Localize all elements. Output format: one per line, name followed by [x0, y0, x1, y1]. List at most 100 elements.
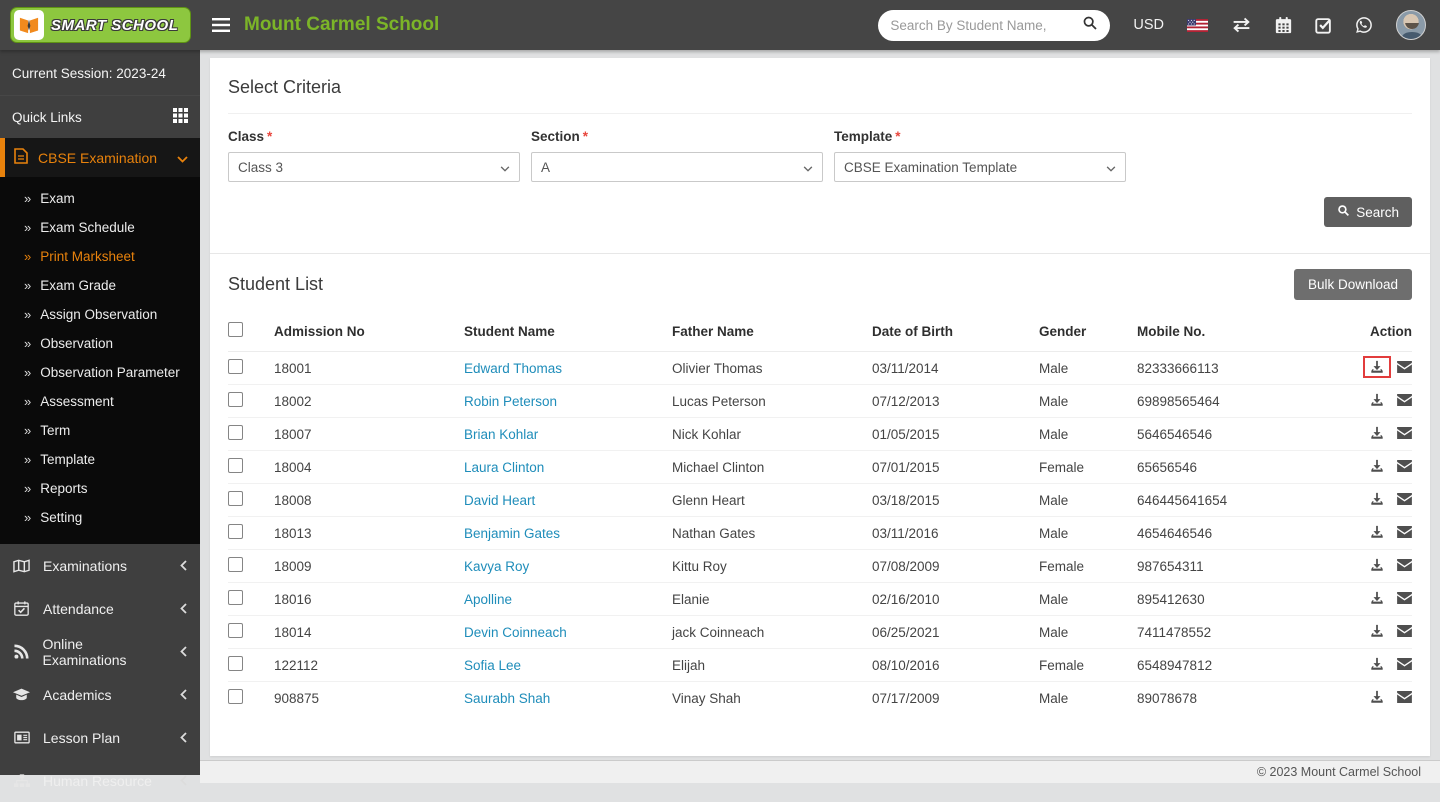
table-row: 18002 Robin Peterson Lucas Peterson 07/1…: [228, 385, 1412, 418]
row-checkbox[interactable]: [228, 623, 243, 638]
chevron-left-icon: [180, 730, 187, 746]
student-name-link[interactable]: Kavya Roy: [464, 559, 529, 574]
student-name-link[interactable]: Edward Thomas: [464, 361, 562, 376]
envelope-icon[interactable]: [1397, 625, 1412, 637]
grid-icon[interactable]: [173, 108, 188, 126]
angle-double-icon: »: [24, 510, 31, 525]
download-icon[interactable]: [1370, 558, 1384, 572]
us-flag-icon[interactable]: [1187, 19, 1208, 32]
submenu-item-observation[interactable]: »Observation: [0, 329, 200, 358]
download-icon[interactable]: [1370, 459, 1384, 473]
criteria-field: Section* A: [531, 129, 823, 182]
row-checkbox[interactable]: [228, 590, 243, 605]
submenu-item-assessment[interactable]: »Assessment: [0, 387, 200, 416]
swap-icon[interactable]: [1231, 17, 1252, 33]
student-search-box[interactable]: [878, 10, 1110, 41]
select-all-checkbox[interactable]: [228, 322, 243, 337]
app-logo[interactable]: SMART SCHOOL: [0, 0, 200, 50]
submenu-item-print-marksheet[interactable]: »Print Marksheet: [0, 242, 200, 271]
sidebar-item-lesson-plan[interactable]: Lesson Plan: [0, 716, 200, 759]
row-checkbox[interactable]: [228, 359, 243, 374]
envelope-icon[interactable]: [1397, 493, 1412, 505]
table-row: 18014 Devin Coinneach jack Coinneach 06/…: [228, 616, 1412, 649]
angle-double-icon: »: [24, 191, 31, 206]
currency-label[interactable]: USD: [1133, 17, 1164, 33]
row-checkbox[interactable]: [228, 557, 243, 572]
menu-icon[interactable]: [212, 17, 230, 33]
sidebar-item-human-resource[interactable]: Human Resource: [0, 759, 200, 802]
column-header-mobile-no: Mobile No.: [1137, 313, 1320, 352]
envelope-icon[interactable]: [1397, 460, 1412, 472]
row-checkbox[interactable]: [228, 425, 243, 440]
user-avatar[interactable]: [1396, 10, 1426, 40]
search-icon[interactable]: [1082, 15, 1098, 36]
submenu-item-setting[interactable]: »Setting: [0, 503, 200, 532]
student-name-link[interactable]: Devin Coinneach: [464, 625, 567, 640]
task-check-icon[interactable]: [1315, 17, 1332, 34]
submenu-item-exam-grade[interactable]: »Exam Grade: [0, 271, 200, 300]
download-icon[interactable]: [1370, 591, 1384, 605]
select-criteria-title: Select Criteria: [228, 58, 1412, 114]
envelope-icon[interactable]: [1397, 559, 1412, 571]
template-select[interactable]: CBSE Examination Template: [834, 152, 1126, 182]
sidebar-item-attendance[interactable]: Attendance: [0, 587, 200, 630]
required-asterisk: *: [583, 129, 588, 144]
envelope-icon[interactable]: [1397, 361, 1412, 373]
submenu-item-assign-observation[interactable]: »Assign Observation: [0, 300, 200, 329]
file-icon: [14, 148, 28, 167]
student-name-link[interactable]: Saurabh Shah: [464, 691, 550, 706]
search-input[interactable]: [890, 18, 1082, 33]
envelope-icon[interactable]: [1397, 394, 1412, 406]
envelope-icon[interactable]: [1397, 427, 1412, 439]
download-icon[interactable]: [1370, 624, 1384, 638]
download-icon[interactable]: [1370, 360, 1384, 374]
chevron-down-icon: [803, 160, 813, 175]
sidebar-item-online-examinations[interactable]: Online Examinations: [0, 630, 200, 673]
row-checkbox[interactable]: [228, 458, 243, 473]
sidebar-item-academics[interactable]: Academics: [0, 673, 200, 716]
download-icon[interactable]: [1370, 690, 1384, 704]
map-icon: [13, 559, 30, 573]
submenu-item-exam-schedule[interactable]: »Exam Schedule: [0, 213, 200, 242]
row-checkbox[interactable]: [228, 491, 243, 506]
student-name-link[interactable]: Apolline: [464, 592, 512, 607]
row-checkbox[interactable]: [228, 656, 243, 671]
submenu-item-template[interactable]: »Template: [0, 445, 200, 474]
row-checkbox[interactable]: [228, 392, 243, 407]
student-name-link[interactable]: Robin Peterson: [464, 394, 557, 409]
table-row: 18001 Edward Thomas Olivier Thomas 03/11…: [228, 352, 1412, 385]
download-icon[interactable]: [1370, 426, 1384, 440]
quick-links[interactable]: Quick Links: [0, 95, 200, 138]
copyright-text: © 2023 Mount Carmel School: [1257, 765, 1421, 779]
whatsapp-icon[interactable]: [1355, 16, 1373, 34]
submenu-item-reports[interactable]: »Reports: [0, 474, 200, 503]
bulk-download-button[interactable]: Bulk Download: [1294, 269, 1412, 300]
table-header-row: Admission NoStudent NameFather NameDate …: [228, 313, 1412, 352]
envelope-icon[interactable]: [1397, 658, 1412, 670]
student-name-link[interactable]: Benjamin Gates: [464, 526, 560, 541]
table-row: 18008 David Heart Glenn Heart 03/18/2015…: [228, 484, 1412, 517]
download-icon[interactable]: [1370, 525, 1384, 539]
section-select[interactable]: A: [531, 152, 823, 182]
student-name-link[interactable]: David Heart: [464, 493, 535, 508]
submenu-item-term[interactable]: »Term: [0, 416, 200, 445]
row-checkbox[interactable]: [228, 689, 243, 704]
student-name-link[interactable]: Laura Clinton: [464, 460, 544, 475]
row-checkbox[interactable]: [228, 524, 243, 539]
student-name-link[interactable]: Sofia Lee: [464, 658, 521, 673]
envelope-icon[interactable]: [1397, 592, 1412, 604]
search-button[interactable]: Search: [1324, 197, 1412, 227]
sidebar-item-examinations[interactable]: Examinations: [0, 544, 200, 587]
envelope-icon[interactable]: [1397, 691, 1412, 703]
student-name-link[interactable]: Brian Kohlar: [464, 427, 538, 442]
download-icon[interactable]: [1370, 492, 1384, 506]
column-header-admission-no: Admission No: [274, 313, 464, 352]
submenu-item-exam[interactable]: »Exam: [0, 184, 200, 213]
download-icon[interactable]: [1370, 393, 1384, 407]
submenu-item-observation-parameter[interactable]: »Observation Parameter: [0, 358, 200, 387]
class-select[interactable]: Class 3: [228, 152, 520, 182]
envelope-icon[interactable]: [1397, 526, 1412, 538]
sidebar-item-cbse-examination[interactable]: CBSE Examination: [0, 138, 200, 177]
download-icon[interactable]: [1370, 657, 1384, 671]
calendar-icon[interactable]: [1275, 17, 1292, 34]
